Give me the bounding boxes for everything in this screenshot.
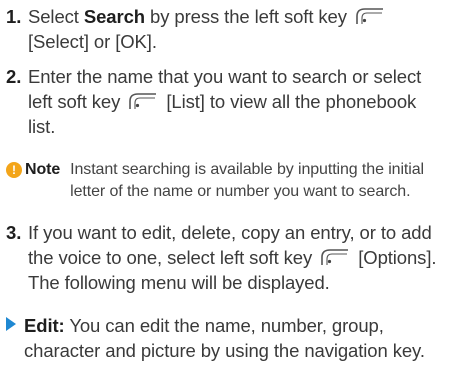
note-icon: ! — [6, 162, 22, 178]
triangle-bullet-icon — [6, 317, 16, 331]
step-text: the voice to one, select left soft key — [28, 247, 313, 268]
note-text: Instant searching is available by inputt… — [70, 161, 424, 178]
step-text: left soft key — [28, 91, 121, 112]
step-text: If you want to edit, delete, copy an ent… — [28, 222, 432, 243]
step-text: by press the left soft key — [144, 6, 347, 27]
note-block: ! Note Instant searching is available by… — [6, 159, 461, 203]
step-2: 2. Enter the name that you want to search… — [6, 64, 461, 139]
bullet-edit: Edit: You can edit the name, number, gro… — [6, 313, 461, 363]
note-text: letter of the name or number you want to… — [70, 183, 411, 200]
step-text: Select — [28, 6, 84, 27]
step-text: The following menu will be displayed. — [28, 272, 330, 293]
step-text: [Select] or [OK]. — [28, 31, 157, 52]
left-soft-key-icon — [128, 91, 158, 111]
step-3: 3. If you want to edit, delete, copy an e… — [6, 220, 461, 295]
step-text: [Options]. — [358, 247, 437, 268]
step-number: 2. — [6, 66, 22, 87]
step-number: 3. — [6, 222, 22, 243]
note-label: Note — [25, 161, 61, 178]
bullet-label: Edit: — [24, 315, 65, 336]
step-keyword: Search — [83, 6, 145, 27]
step-text: list. — [28, 116, 56, 137]
step-number: 1. — [6, 6, 22, 27]
step-1: 1. Select Search by press the left soft k… — [6, 4, 461, 54]
bullet-text: You can edit the name, number, group, — [64, 315, 384, 336]
step-text: Enter the name that you want to search o… — [28, 66, 422, 87]
left-soft-key-icon — [355, 6, 385, 26]
left-soft-key-icon — [320, 247, 350, 267]
bullet-text: character and picture by using the navig… — [24, 340, 425, 361]
manual-page: 1. Select Search by press the left soft k… — [0, 0, 465, 365]
step-text: [List] to view all the phonebook — [166, 91, 417, 112]
